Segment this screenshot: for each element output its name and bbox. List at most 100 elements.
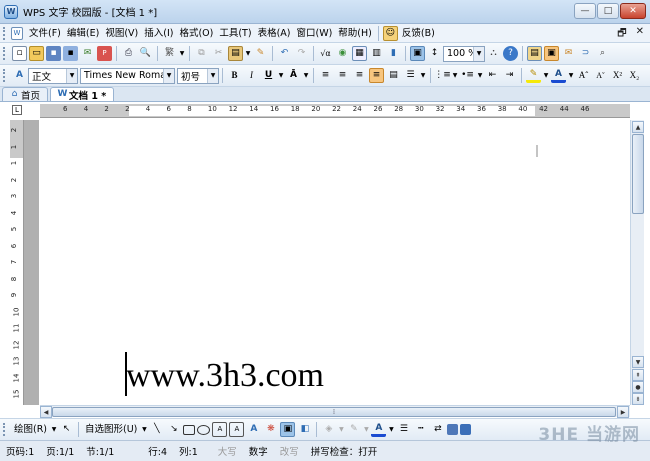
envelope-icon[interactable]: ✉ — [561, 46, 576, 61]
align-right-icon[interactable]: ≡ — [352, 68, 367, 83]
arrow-style-icon[interactable]: ⇄ — [430, 422, 445, 437]
magnifier-icon[interactable]: ⌕ — [595, 46, 610, 61]
document-menu-icon[interactable]: W — [11, 26, 23, 40]
menu-format[interactable]: 格式(O) — [176, 25, 216, 42]
autoshape-button[interactable]: 自选图形(U) — [82, 421, 140, 438]
document-page[interactable] — [24, 120, 630, 405]
strikethrough-icon[interactable]: Ā — [286, 68, 301, 83]
select-arrow-icon[interactable]: ↖ — [59, 422, 74, 437]
status-num[interactable]: 数字 — [243, 444, 274, 458]
rectangle-icon[interactable] — [183, 424, 196, 435]
scroll-left-icon[interactable]: ◀ — [40, 406, 52, 418]
status-overwrite[interactable]: 改写 — [274, 444, 305, 458]
scroll-right-icon[interactable]: ▶ — [617, 406, 629, 418]
line-color-dropdown-icon[interactable]: ▼ — [363, 422, 369, 437]
chart-icon[interactable]: ▮ — [386, 46, 401, 61]
distribute-icon[interactable]: ▤ — [386, 68, 401, 83]
textbox-icon[interactable]: A — [212, 422, 228, 437]
menu-file[interactable]: 文件(F) — [26, 25, 64, 42]
doc-close-icon[interactable]: ✕ — [636, 26, 644, 43]
draw-dropdown-icon[interactable]: ▼ — [51, 422, 57, 437]
autoshape-dropdown-icon[interactable]: ▼ — [141, 422, 147, 437]
menu-tools[interactable]: 工具(T) — [216, 25, 254, 42]
draw-menu-button[interactable]: 绘图(R) — [11, 421, 50, 438]
underline-button[interactable]: U — [261, 68, 276, 83]
task-pane-icon[interactable]: ▤ — [527, 46, 542, 61]
dash-style-icon[interactable]: ┅ — [413, 422, 428, 437]
toolbar-grip[interactable] — [3, 47, 7, 60]
increase-indent-icon[interactable]: ⇥ — [502, 68, 517, 83]
prev-page-icon[interactable]: ⇞ — [632, 369, 644, 381]
line-style-icon[interactable]: ☰ — [396, 422, 411, 437]
superscript-icon[interactable]: X² — [610, 68, 625, 83]
drawbar-grip[interactable] — [3, 423, 7, 436]
brush-icon[interactable]: ✎ — [253, 46, 268, 61]
menu-view[interactable]: 视图(V) — [102, 25, 141, 42]
shadow-icon[interactable] — [447, 424, 459, 435]
strike-dropdown-icon[interactable]: ▼ — [303, 68, 309, 83]
hyperlink-icon[interactable]: ◉ — [335, 46, 350, 61]
menu-window[interactable]: 窗口(W) — [293, 25, 335, 42]
line-spacing-icon[interactable]: ↕ — [427, 46, 442, 61]
align-center-icon[interactable]: ≡ — [335, 68, 350, 83]
zoom-select[interactable]: 100 % ▼ — [443, 45, 485, 62]
export-pdf-icon[interactable]: P — [97, 46, 112, 61]
image-icon[interactable]: ▣ — [410, 46, 425, 61]
subscript-icon[interactable]: X₂ — [627, 68, 642, 83]
tab-document-1[interactable]: W 文档 1 * — [50, 87, 115, 102]
document-text[interactable]: www.3h3.com — [126, 356, 324, 396]
align-justify-icon[interactable]: ≡ — [369, 68, 384, 83]
bullet-list-icon[interactable]: •≡ — [460, 68, 475, 83]
font-color-icon[interactable]: A — [551, 68, 566, 83]
menu-insert[interactable]: 插入(I) — [141, 25, 176, 42]
font-select[interactable]: Times New Roman ▼ — [80, 67, 175, 84]
numbered-dropdown-icon[interactable]: ▼ — [452, 68, 458, 83]
spacing-dropdown-arrow-icon[interactable]: ▼ — [420, 68, 426, 83]
fill-color-icon[interactable]: ◈ — [321, 422, 336, 437]
save-as-icon[interactable]: ▪ — [63, 46, 78, 61]
help-icon[interactable]: ? — [503, 46, 518, 61]
status-caps[interactable]: 大写 — [212, 444, 243, 458]
close-button[interactable]: ✕ — [620, 3, 646, 19]
cut-icon[interactable]: ✂ — [211, 46, 226, 61]
horizontal-scroll-thumb[interactable]: ⁞ — [52, 407, 616, 417]
print-preview-icon[interactable]: 🔍 — [138, 46, 153, 61]
style-select[interactable]: 正文 ▼ — [28, 67, 78, 84]
send-mail-icon[interactable]: ✉ — [80, 46, 95, 61]
open-folder-icon[interactable]: ▭ — [29, 46, 44, 61]
draw-font-color-icon[interactable]: A — [371, 422, 387, 437]
save-icon[interactable]: ▪ — [46, 46, 61, 61]
shrink-font-icon[interactable]: Aˇ — [593, 68, 608, 83]
tab-home[interactable]: ⌂ 首页 — [2, 87, 49, 102]
link-icon[interactable]: ⊃ — [578, 46, 593, 61]
format-toolbar-grip[interactable] — [3, 69, 7, 82]
fill-dropdown-icon[interactable]: ▼ — [338, 422, 344, 437]
numbered-list-icon[interactable]: ⋮≡ — [434, 68, 451, 83]
menu-feedback[interactable]: 反馈(B) — [399, 25, 438, 42]
bullet-dropdown-icon[interactable]: ▼ — [477, 68, 483, 83]
find-icon[interactable]: ⛬ — [486, 46, 501, 61]
diagram-icon[interactable]: ◧ — [297, 422, 312, 437]
menu-edit[interactable]: 编辑(E) — [64, 25, 102, 42]
status-spellcheck[interactable]: 拼写检查：打开 — [305, 444, 384, 458]
draw-font-color-dropdown-icon[interactable]: ▼ — [388, 422, 394, 437]
wps-app-icon[interactable]: W — [4, 4, 18, 19]
font-size-dropdown-icon[interactable]: ▼ — [207, 68, 218, 83]
layout-view-icon[interactable]: ▣ — [544, 46, 559, 61]
italic-button[interactable]: I — [244, 68, 259, 83]
wordart-icon[interactable]: A — [246, 422, 261, 437]
print-icon[interactable]: ⎙ — [121, 46, 136, 61]
next-page-icon[interactable]: ⇟ — [632, 393, 644, 405]
menu-help[interactable]: 帮助(H) — [335, 25, 375, 42]
line-color-icon[interactable]: ✎ — [346, 422, 361, 437]
copy-icon[interactable]: ⧉ — [194, 46, 209, 61]
chevron-down-icon[interactable]: ▼ — [179, 46, 185, 61]
vertical-scrollbar[interactable]: ▲ ▼ ⇞ ● ⇟ — [630, 120, 644, 405]
font-size-select[interactable]: 初号 ▼ — [177, 67, 219, 84]
formula-icon[interactable]: √α — [318, 46, 333, 61]
align-left-icon[interactable]: ≡ — [318, 68, 333, 83]
scroll-down-icon[interactable]: ▼ — [632, 356, 644, 368]
paste-dropdown-icon[interactable]: ▼ — [245, 46, 251, 61]
vertical-textbox-icon[interactable]: A — [229, 422, 245, 437]
scroll-up-icon[interactable]: ▲ — [632, 121, 644, 133]
